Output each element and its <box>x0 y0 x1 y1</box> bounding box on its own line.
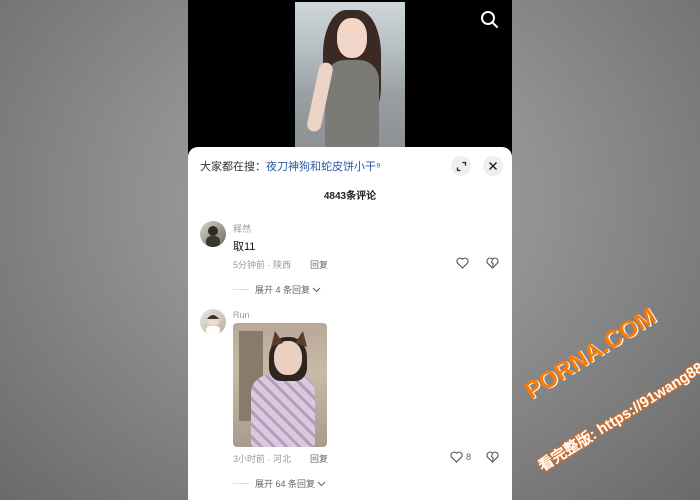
dog-ears-sticker <box>271 331 307 347</box>
phone-screen: 大家都在搜：夜刀神狗和蛇皮饼小干⁹ 4843条评论 释然 取11 5分钟前 · … <box>188 0 512 500</box>
hot-search-keyword[interactable]: 夜刀神狗和蛇皮饼小干⁹ <box>266 161 381 173</box>
expand-replies-label: 展开 4 条回复 <box>255 285 311 295</box>
watermark-url: 看完整版: https://91wang88.com <box>535 340 700 475</box>
expand-icon <box>456 161 466 171</box>
comment-image[interactable] <box>233 323 327 447</box>
search-icon <box>481 11 498 28</box>
heart-icon <box>450 451 463 463</box>
comment-meta: 3小时前 · 河北 <box>233 454 292 464</box>
close-icon <box>489 162 497 170</box>
watermark-brand: PORNA.COM <box>520 302 661 405</box>
comment-time: 3小时前 <box>233 454 266 464</box>
expand-button[interactable] <box>451 156 471 176</box>
divider <box>233 289 249 290</box>
dislike-button[interactable] <box>486 451 499 463</box>
comment-text: 取11 <box>233 241 256 253</box>
comment-location: 陕西 <box>273 260 292 270</box>
avatar-image <box>206 226 220 247</box>
search-button[interactable] <box>478 8 502 32</box>
expand-replies-button[interactable]: 展开 4 条回复 <box>233 283 321 296</box>
expand-replies-button[interactable]: 展开 64 条回复 <box>233 477 326 490</box>
broken-heart-icon <box>486 257 499 269</box>
comment-meta: 5分钟前 · 陕西 <box>233 260 292 270</box>
hot-search-bar[interactable]: 大家都在搜：夜刀神狗和蛇皮饼小干⁹ <box>200 158 381 174</box>
comment-time: 5分钟前 <box>233 260 266 270</box>
dislike-button[interactable] <box>486 257 499 269</box>
watermark: PORNA.COM 看完整版: https://91wang88.com <box>500 303 700 490</box>
hot-search-prefix: 大家都在搜： <box>200 161 266 173</box>
divider <box>233 483 249 484</box>
expand-replies-label: 展开 64 条回复 <box>255 479 316 489</box>
heart-icon <box>456 257 469 269</box>
comment-location: 河北 <box>273 454 292 464</box>
comment-count: 4843条评论 <box>323 191 377 202</box>
comment-username[interactable]: 释然 <box>233 222 251 235</box>
like-count: 8 <box>466 452 472 462</box>
avatar[interactable] <box>200 309 226 335</box>
close-button[interactable] <box>483 156 503 176</box>
video-frame[interactable] <box>295 2 405 154</box>
reply-button[interactable]: 回复 <box>310 258 328 271</box>
like-button[interactable] <box>456 257 469 269</box>
like-button[interactable]: 8 <box>450 451 471 463</box>
chevron-down-icon <box>317 481 326 486</box>
avatar-image <box>206 314 220 335</box>
comment-username[interactable]: Run <box>233 310 250 320</box>
avatar[interactable] <box>200 221 226 247</box>
reply-button[interactable]: 回复 <box>310 452 328 465</box>
comment-sheet: 大家都在搜：夜刀神狗和蛇皮饼小干⁹ 4843条评论 释然 取11 5分钟前 · … <box>188 147 512 500</box>
chevron-down-icon <box>312 287 321 292</box>
broken-heart-icon <box>486 451 499 463</box>
